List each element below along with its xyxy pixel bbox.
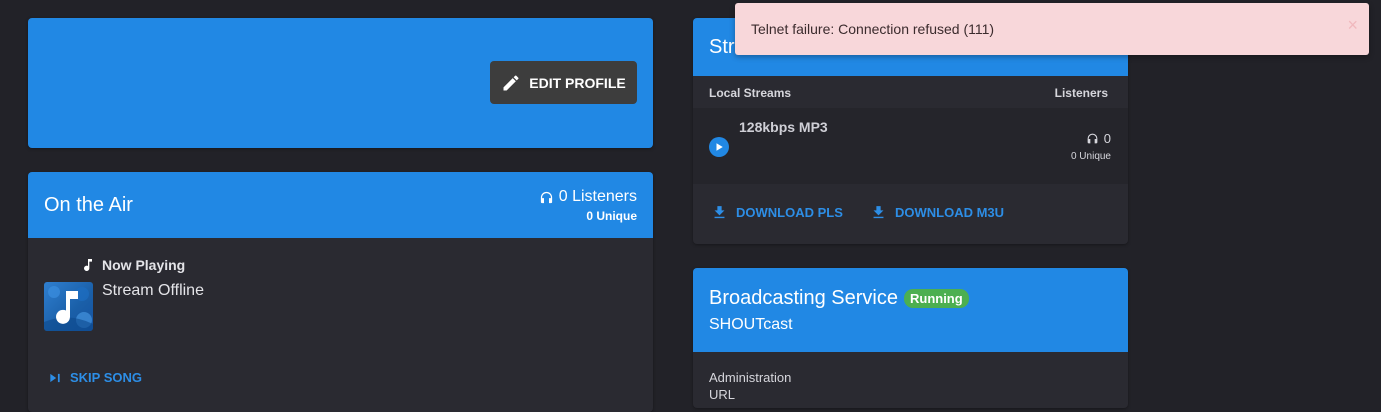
stream-unique-count: 0 Unique (1070, 151, 1111, 162)
column-listeners: Listeners (1054, 86, 1108, 100)
now-playing-heading: Now Playing (80, 256, 185, 274)
broadcasting-title-row: Broadcasting Service Running (709, 287, 969, 310)
unique-count: 0 Unique (586, 209, 637, 223)
listeners-count: 0 Listeners (558, 188, 637, 205)
profile-card: EDIT PROFILE (28, 18, 653, 148)
download-m3u-button[interactable]: DOWNLOAD M3U (870, 204, 1004, 221)
play-stream-button[interactable] (709, 137, 729, 157)
broadcasting-header: Broadcasting Service Running SHOUTcast (693, 268, 1128, 352)
skip-song-label: SKIP SONG (70, 370, 143, 385)
pencil-icon (503, 74, 519, 90)
headphones-icon (1087, 133, 1098, 144)
administration-label: Administration (709, 370, 792, 385)
server-type: SHOUTcast (709, 316, 793, 333)
download-pls-button[interactable]: DOWNLOAD PLS (711, 204, 843, 221)
stream-listener-count: 0 (1086, 131, 1111, 146)
broadcasting-card: Broadcasting Service Running SHOUTcast A… (693, 268, 1128, 408)
download-pls-label: DOWNLOAD PLS (736, 205, 843, 220)
now-playing-label: Now Playing (102, 257, 186, 273)
music-note-icon (84, 259, 92, 272)
stream-name: 128kbps MP3 (739, 119, 828, 135)
on-air-header: On the Air 0 Listeners 0 Unique (28, 172, 653, 238)
column-local-streams: Local Streams (709, 86, 792, 100)
close-icon[interactable]: × (1347, 15, 1358, 36)
on-air-card: On the Air 0 Listeners 0 Unique Now Play… (28, 172, 653, 412)
song-title: Stream Offline (102, 282, 204, 299)
album-art (44, 282, 93, 331)
stream-listeners-value: 0 (1103, 131, 1111, 146)
skip-next-icon (50, 373, 60, 382)
skip-song-button[interactable]: SKIP SONG (48, 370, 142, 385)
on-air-listeners: 0 Listeners 0 Unique (539, 188, 637, 223)
status-badge: Running (903, 289, 969, 308)
play-circle-icon (716, 143, 723, 151)
edit-profile-label: EDIT PROFILE (529, 74, 626, 91)
url-label: URL (709, 387, 736, 402)
error-alert: Telnet failure: Connection refused (111)… (735, 3, 1369, 55)
edit-profile-button[interactable]: EDIT PROFILE (490, 61, 637, 104)
download-icon (873, 206, 884, 219)
on-air-title: On the Air (44, 194, 133, 216)
download-m3u-label: DOWNLOAD M3U (895, 205, 1005, 220)
headphones-icon (540, 191, 552, 203)
download-icon (714, 206, 725, 219)
broadcasting-title: Broadcasting Service (709, 287, 898, 309)
alert-message: Telnet failure: Connection refused (111) (751, 21, 995, 37)
